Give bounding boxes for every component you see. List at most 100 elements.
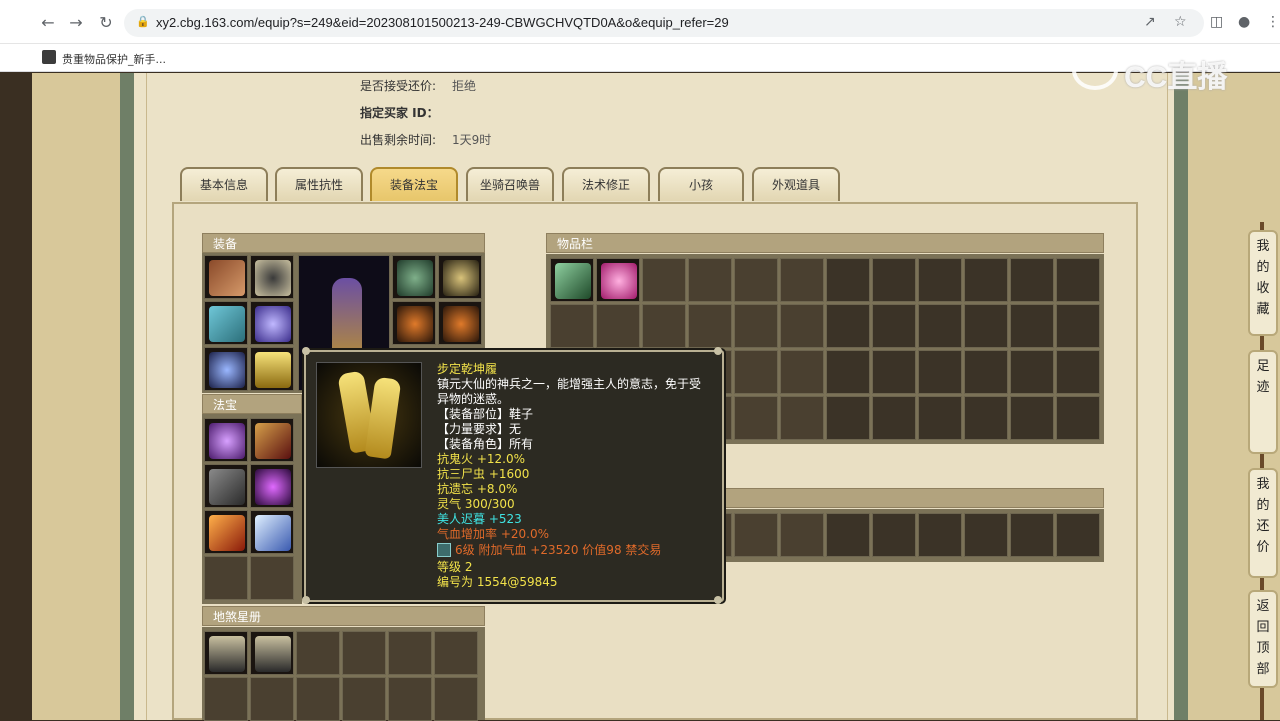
treasure-slot-5[interactable]	[204, 510, 248, 554]
inventory-slot[interactable]	[826, 513, 870, 557]
treasure-slot-1[interactable]	[204, 418, 248, 462]
earth-slot-empty[interactable]	[204, 677, 248, 721]
earth-slot-empty[interactable]	[342, 677, 386, 721]
forward-icon[interactable]: →	[66, 13, 86, 33]
equip-slot-book[interactable]	[204, 301, 248, 345]
inventory-slot[interactable]	[872, 258, 916, 302]
inventory-slot[interactable]	[918, 513, 962, 557]
inventory-slot[interactable]	[872, 350, 916, 394]
history-button[interactable]: 足迹	[1248, 350, 1278, 454]
inventory-slot[interactable]	[826, 350, 870, 394]
star-icon[interactable]: ☆	[1174, 14, 1187, 30]
site-info-icon[interactable]: 🔒	[136, 15, 150, 28]
earth-slot-empty[interactable]	[388, 677, 432, 721]
inventory-slot[interactable]	[1056, 304, 1100, 348]
equip-slot-armor[interactable]	[204, 255, 248, 299]
inventory-slot[interactable]	[1010, 258, 1054, 302]
treasure-slot-6[interactable]	[250, 510, 294, 554]
inventory-slot[interactable]	[872, 304, 916, 348]
reload-icon[interactable]: ↻	[96, 13, 116, 33]
equip-slot-weapon[interactable]	[204, 347, 248, 391]
inventory-slot[interactable]	[1010, 396, 1054, 440]
earth-slot-1[interactable]	[204, 631, 248, 675]
inventory-slot[interactable]	[1056, 513, 1100, 557]
tab-appearance[interactable]: 外观道具	[752, 167, 840, 201]
earth-slot-empty[interactable]	[296, 631, 340, 675]
inventory-slot[interactable]	[642, 304, 686, 348]
tab-attributes[interactable]: 属性抗性	[275, 167, 363, 201]
earth-slot-empty[interactable]	[434, 677, 478, 721]
inventory-slot[interactable]	[964, 396, 1008, 440]
inventory-slot[interactable]	[826, 304, 870, 348]
inventory-slot[interactable]	[1010, 513, 1054, 557]
inventory-slot[interactable]	[596, 258, 640, 302]
tab-spell-fix[interactable]: 法术修正	[562, 167, 650, 201]
inventory-slot[interactable]	[964, 258, 1008, 302]
inventory-slot[interactable]	[734, 396, 778, 440]
inventory-slot[interactable]	[872, 513, 916, 557]
url-text[interactable]: xy2.cbg.163.com/equip?s=249&eid=20230810…	[156, 15, 729, 30]
inventory-slot[interactable]	[964, 304, 1008, 348]
inventory-slot[interactable]	[550, 258, 594, 302]
earth-slot-empty[interactable]	[388, 631, 432, 675]
inventory-slot[interactable]	[734, 350, 778, 394]
treasure-slot-empty[interactable]	[250, 556, 294, 600]
equip-slot-amulet[interactable]	[438, 255, 482, 299]
inventory-slot[interactable]	[596, 304, 640, 348]
tab-equipment[interactable]: 装备法宝	[370, 167, 458, 201]
treasure-slot-empty[interactable]	[204, 556, 248, 600]
inventory-slot[interactable]	[780, 396, 824, 440]
equip-slot-ring-2[interactable]	[438, 301, 482, 345]
inventory-slot[interactable]	[1056, 396, 1100, 440]
bookmark-item[interactable]: 贵重物品保护_新手...	[62, 51, 166, 67]
earth-slot-empty[interactable]	[342, 631, 386, 675]
inventory-slot[interactable]	[918, 396, 962, 440]
inventory-slot[interactable]	[550, 304, 594, 348]
inventory-slot[interactable]	[780, 258, 824, 302]
inventory-slot[interactable]	[918, 258, 962, 302]
inventory-slot[interactable]	[688, 304, 732, 348]
tab-mounts[interactable]: 坐骑召唤兽	[466, 167, 554, 201]
inventory-slot[interactable]	[918, 304, 962, 348]
profile-icon[interactable]: ●	[1238, 14, 1250, 30]
inventory-slot[interactable]	[964, 350, 1008, 394]
treasure-slot-4[interactable]	[250, 464, 294, 508]
inventory-slot[interactable]	[780, 304, 824, 348]
inventory-slot[interactable]	[872, 396, 916, 440]
inventory-slot[interactable]	[1010, 350, 1054, 394]
equip-slot-helmet[interactable]	[392, 255, 436, 299]
inventory-slot[interactable]	[734, 304, 778, 348]
inventory-slot[interactable]	[826, 396, 870, 440]
earth-slot-empty[interactable]	[434, 631, 478, 675]
inventory-slot[interactable]	[918, 350, 962, 394]
earth-slot-2[interactable]	[250, 631, 294, 675]
treasure-slot-2[interactable]	[250, 418, 294, 462]
inventory-slot[interactable]	[1056, 350, 1100, 394]
tab-basic-info[interactable]: 基本信息	[180, 167, 268, 201]
equip-slot-boots[interactable]	[250, 347, 294, 391]
offers-button[interactable]: 我的还价	[1248, 468, 1278, 578]
inventory-slot[interactable]	[688, 258, 732, 302]
inventory-slot[interactable]	[964, 513, 1008, 557]
inventory-slot[interactable]	[734, 513, 778, 557]
back-to-top-button[interactable]: 返回顶部	[1248, 590, 1278, 688]
menu-icon[interactable]: ⋮	[1266, 14, 1280, 30]
equip-slot-robe[interactable]	[250, 301, 294, 345]
inventory-slot[interactable]	[734, 258, 778, 302]
inventory-slot[interactable]	[1056, 258, 1100, 302]
favorites-button[interactable]: 我的收藏	[1248, 230, 1278, 336]
earth-slot-empty[interactable]	[296, 677, 340, 721]
inventory-slot[interactable]	[780, 350, 824, 394]
treasure-slot-3[interactable]	[204, 464, 248, 508]
equip-slot-necklace[interactable]	[250, 255, 294, 299]
sidepanel-icon[interactable]: ◫	[1210, 14, 1223, 30]
inventory-slot[interactable]	[780, 513, 824, 557]
share-icon[interactable]: ↗	[1144, 14, 1156, 30]
tab-child[interactable]: 小孩	[658, 167, 744, 201]
inventory-slot[interactable]	[1010, 304, 1054, 348]
earth-slot-empty[interactable]	[250, 677, 294, 721]
inventory-slot[interactable]	[826, 258, 870, 302]
equip-slot-ring-1[interactable]	[392, 301, 436, 345]
back-icon[interactable]: ←	[38, 13, 58, 33]
inventory-slot[interactable]	[642, 258, 686, 302]
